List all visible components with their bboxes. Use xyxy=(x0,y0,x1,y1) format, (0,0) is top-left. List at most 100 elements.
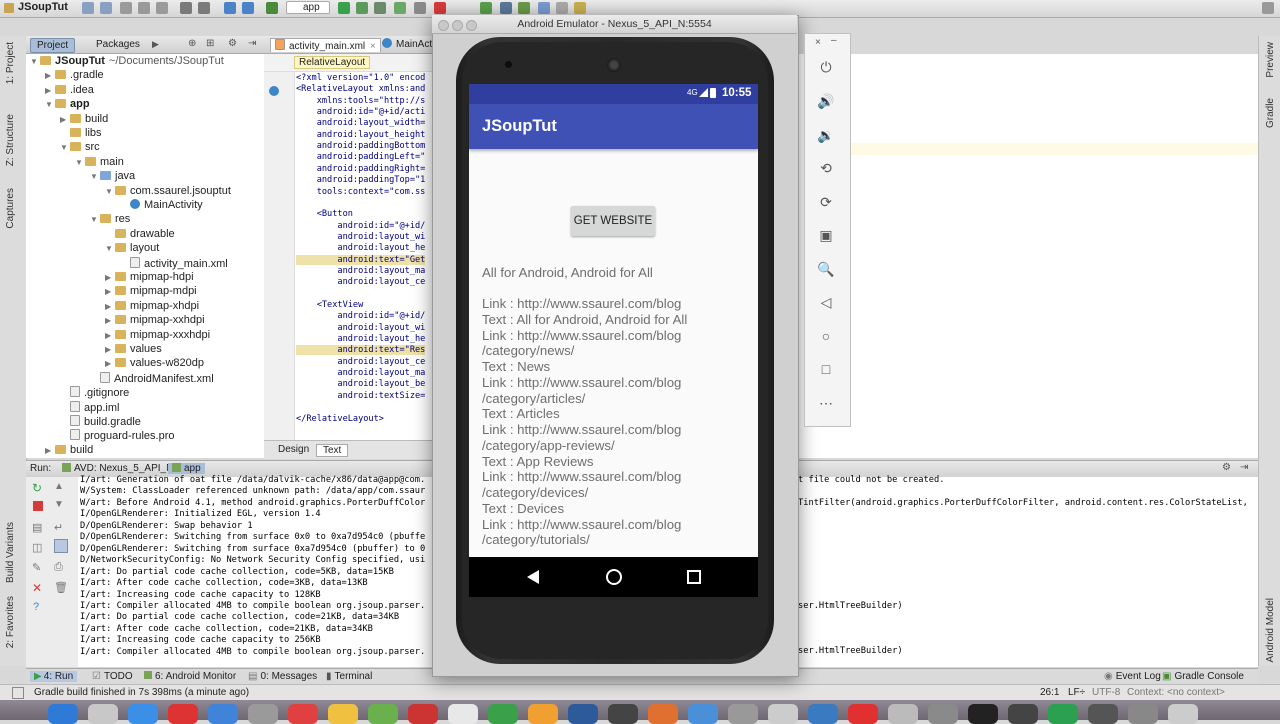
hide-panel-icon[interactable]: ⇥ xyxy=(248,38,256,49)
view-chooser-arrow-icon[interactable]: ▶ xyxy=(152,39,159,50)
expand-down-icon[interactable]: ▼ xyxy=(75,158,85,167)
pin-icon[interactable]: ✎ xyxy=(32,561,41,574)
expand-right-icon[interactable]: ▶ xyxy=(105,302,115,311)
close-window-icon[interactable] xyxy=(438,20,449,31)
capture-icon[interactable]: ◫ xyxy=(32,541,42,554)
tree-item[interactable]: libs xyxy=(60,127,102,141)
terminal-tool-button[interactable]: ▮ Terminal xyxy=(326,671,372,682)
rotate-right-icon[interactable]: ⟳ xyxy=(817,193,835,211)
emulator-minimize-icon[interactable]: – xyxy=(831,35,837,46)
dock-app-icon[interactable] xyxy=(1048,704,1078,724)
expand-down-icon[interactable]: ▼ xyxy=(90,172,100,181)
tab-activity-main-xml[interactable]: activity_main.xml × xyxy=(270,38,381,52)
scroll-from-source-icon[interactable]: ⊕ xyxy=(188,38,196,49)
structure-tool-tab[interactable]: Z: Structure xyxy=(5,114,16,166)
project-tool-tab[interactable]: 1: Project xyxy=(5,42,16,84)
dock-app-icon[interactable] xyxy=(208,704,238,724)
event-log-tool-button[interactable]: ◉ Event Log xyxy=(1104,671,1161,682)
expand-right-icon[interactable]: ▶ xyxy=(105,331,115,340)
zoom-icon[interactable]: 🔍 xyxy=(817,260,835,278)
forward-icon[interactable] xyxy=(242,2,254,14)
android-model-tool-tab[interactable]: Android Model xyxy=(1265,598,1276,662)
power-icon[interactable]: ⏻ xyxy=(817,58,835,76)
rerun-icon[interactable]: ↻ xyxy=(32,481,42,495)
gradle-console-tool-button[interactable]: ▣ Gradle Console xyxy=(1162,671,1244,682)
tree-item[interactable]: AndroidManifest.xml xyxy=(90,371,214,386)
dock-app-icon[interactable] xyxy=(168,704,198,724)
expand-right-icon[interactable]: ▶ xyxy=(60,115,70,124)
rotate-left-icon[interactable]: ⟲ xyxy=(817,159,835,177)
project-view-tab[interactable]: Project xyxy=(30,38,76,53)
dock-app-icon[interactable] xyxy=(48,704,78,724)
preview-tool-tab[interactable]: Preview xyxy=(1265,42,1276,78)
apply-changes-icon[interactable] xyxy=(394,2,406,14)
dock-app-icon[interactable] xyxy=(888,704,918,724)
expand-right-icon[interactable]: ▶ xyxy=(45,71,55,80)
expand-down-icon[interactable]: ▼ xyxy=(45,100,55,109)
expand-right-icon[interactable]: ▶ xyxy=(105,345,115,354)
expand-right-icon[interactable]: ▶ xyxy=(105,359,115,368)
undo-icon[interactable] xyxy=(82,2,94,14)
run-tool-button[interactable]: ▶ 4: Run xyxy=(30,671,78,682)
design-tab[interactable]: Design xyxy=(272,444,315,455)
android-monitor-tool-button[interactable]: 6: Android Monitor xyxy=(144,671,236,682)
dock-app-icon[interactable] xyxy=(808,704,838,724)
toolbar-project-name[interactable]: JSoupTut xyxy=(18,1,68,13)
nav-recents-icon[interactable] xyxy=(687,570,701,584)
dock-app-icon[interactable] xyxy=(88,704,118,724)
dock-app-icon[interactable] xyxy=(1088,704,1118,724)
collapse-all-icon[interactable]: ⊞ xyxy=(206,38,214,49)
dock-app-icon[interactable] xyxy=(768,704,798,724)
stop-icon[interactable] xyxy=(434,2,446,14)
captures-tool-tab[interactable]: Captures xyxy=(5,188,16,229)
volume-up-icon[interactable]: 🔊 xyxy=(817,92,835,110)
messages-tool-button[interactable]: ▤ 0: Messages xyxy=(248,671,317,682)
minimize-window-icon[interactable] xyxy=(452,20,463,31)
help-icon[interactable] xyxy=(556,2,568,14)
packages-view-tab[interactable]: Packages xyxy=(90,38,146,51)
todo-tool-button[interactable]: ☑ TODO xyxy=(92,671,133,682)
scroll-down-icon[interactable]: ▼ xyxy=(54,499,64,510)
overview-button-icon[interactable]: □ xyxy=(817,360,835,378)
tree-item[interactable]: ▼ com.ssaurel.jsouptut xyxy=(105,185,231,199)
tree-item[interactable]: app.iml xyxy=(60,400,119,415)
tree-item[interactable]: ▼ java xyxy=(90,170,135,184)
tree-item[interactable]: ▶ .idea xyxy=(45,84,94,98)
expand-down-icon[interactable]: ▼ xyxy=(60,143,70,152)
expand-right-icon[interactable]: ▶ xyxy=(45,86,55,95)
tree-item[interactable]: ▶ mipmap-mdpi xyxy=(105,285,197,299)
expand-down-icon[interactable]: ▼ xyxy=(105,187,115,196)
dock-app-icon[interactable] xyxy=(968,704,998,724)
dock-app-icon[interactable] xyxy=(648,704,678,724)
dock-app-icon[interactable] xyxy=(608,704,638,724)
help-run-icon[interactable]: ? xyxy=(33,601,39,613)
dock-app-icon[interactable] xyxy=(928,704,958,724)
tree-item[interactable]: ▼ res xyxy=(90,213,130,227)
tree-item[interactable]: ▶ values-w820dp xyxy=(105,357,204,371)
nav-home-icon[interactable] xyxy=(606,569,622,585)
paste-icon[interactable] xyxy=(156,2,168,14)
zoom-window-icon[interactable] xyxy=(466,20,477,31)
replace-icon[interactable] xyxy=(198,2,210,14)
home-button-icon[interactable]: ○ xyxy=(817,327,835,345)
tree-item[interactable]: proguard-rules.pro xyxy=(60,429,175,443)
redo-icon[interactable] xyxy=(100,2,112,14)
debug-icon[interactable] xyxy=(356,2,368,14)
attach-icon[interactable] xyxy=(374,2,386,14)
dock-app-icon[interactable] xyxy=(848,704,878,724)
file-encoding[interactable]: UTF-8 xyxy=(1092,687,1120,698)
tree-item[interactable]: ▶ .gradle xyxy=(45,69,104,83)
tree-item[interactable]: ▼ layout xyxy=(105,242,159,256)
gradle-tool-tab[interactable]: Gradle xyxy=(1265,98,1276,128)
tree-item[interactable]: ▼ main xyxy=(75,156,124,170)
tree-item[interactable]: build.gradle xyxy=(60,415,141,429)
device-monitor-icon[interactable] xyxy=(538,2,550,14)
print-icon[interactable]: ⎙ xyxy=(54,561,63,574)
close-run-icon[interactable]: ✕ xyxy=(32,581,42,595)
clear-all-icon[interactable]: 🗑 xyxy=(54,581,68,594)
tree-item[interactable]: ▶ build xyxy=(60,113,108,127)
dock-app-icon[interactable] xyxy=(568,704,598,724)
context-indicator[interactable]: Context: <no context> xyxy=(1127,687,1225,698)
scroll-up-icon[interactable]: ▲ xyxy=(54,481,64,492)
run-tab-app[interactable]: app xyxy=(168,463,205,474)
